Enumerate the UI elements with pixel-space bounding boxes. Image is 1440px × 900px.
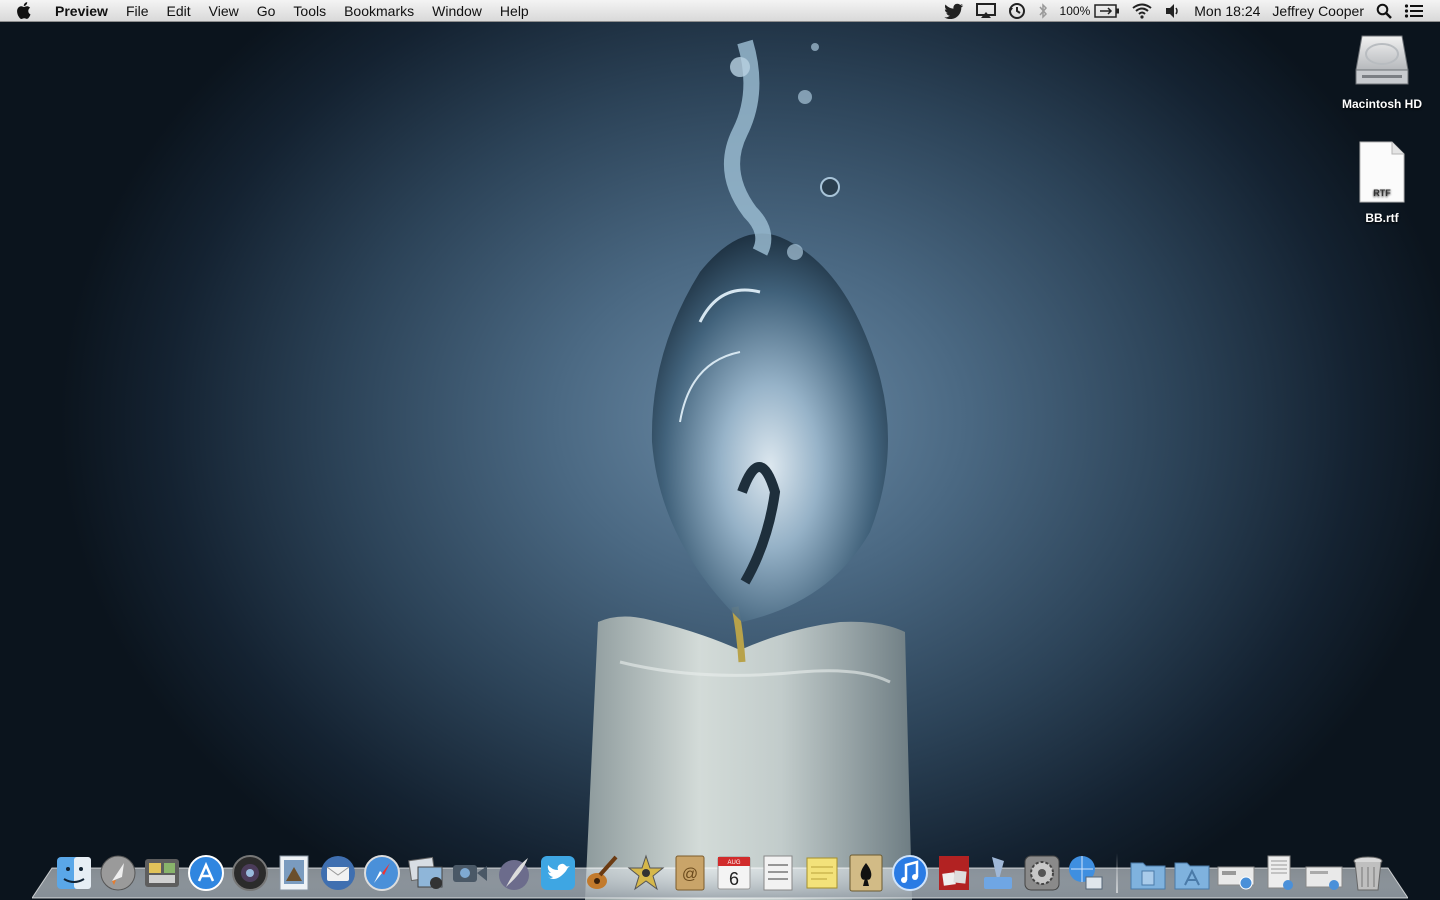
dock-app-store[interactable] — [186, 853, 226, 893]
dock-photo-booth[interactable] — [934, 853, 974, 893]
quill-icon — [499, 858, 529, 890]
dock-applications-folder[interactable] — [1172, 853, 1212, 893]
battery-icon — [1094, 3, 1120, 18]
garageband-icon — [587, 855, 618, 889]
dock: @ AUG 6 — [52, 845, 1390, 893]
launchpad-icon — [100, 855, 136, 891]
dock-facetime[interactable] — [450, 853, 490, 893]
dock-twitter[interactable] — [538, 853, 578, 893]
iphoto-icon — [408, 856, 443, 889]
app-menu-preview[interactable]: Preview — [46, 0, 117, 22]
dock-garageband[interactable] — [582, 853, 622, 893]
rtf-badge: RTF — [1373, 188, 1391, 198]
notification-list-icon[interactable] — [1398, 0, 1430, 22]
menu-bookmarks[interactable]: Bookmarks — [335, 0, 423, 22]
system-preferences-icon — [1024, 855, 1060, 891]
stickies-icon — [806, 857, 838, 889]
trash-icon — [1353, 856, 1383, 891]
desktop-wallpaper — [585, 39, 912, 900]
dock-preview[interactable] — [274, 853, 314, 893]
mail-stack-icon — [1305, 866, 1343, 890]
dock-separator — [1116, 853, 1118, 893]
desktop-icon-label: BB.rtf — [1365, 211, 1399, 225]
calendar-day: 6 — [729, 869, 739, 889]
preview-scan-icon — [984, 857, 1012, 889]
desktop-icon-bb-rtf[interactable]: RTF BB.rtf — [1332, 140, 1432, 225]
dock-iphoto[interactable] — [406, 853, 446, 893]
spotlight-icon[interactable] — [1370, 0, 1398, 22]
dock-dashboard[interactable] — [142, 853, 182, 893]
finder-icon — [57, 857, 91, 889]
hard-drive-icon — [1355, 35, 1409, 85]
twitter-bird-icon — [541, 856, 575, 890]
battery-status[interactable]: 100% — [1054, 0, 1127, 22]
user-menu[interactable]: Jeffrey Cooper — [1266, 0, 1370, 22]
imovie-icon — [627, 854, 665, 891]
dock-itunes[interactable] — [890, 853, 930, 893]
apple-menu-icon[interactable] — [0, 0, 46, 22]
dock-address-book[interactable]: @ — [670, 853, 710, 893]
menu-view[interactable]: View — [200, 0, 248, 22]
network-utility-icon — [1069, 856, 1103, 890]
wifi-icon[interactable] — [1126, 0, 1158, 22]
rtf-document-icon: RTF — [1359, 141, 1405, 203]
itunes-icon — [892, 855, 928, 891]
dock-aperture[interactable] — [230, 853, 270, 893]
menu-clock[interactable]: Mon 18:24 — [1188, 0, 1266, 22]
reminders-icon — [763, 855, 793, 891]
svg-text:@: @ — [682, 866, 698, 883]
safari-icon — [364, 855, 400, 891]
dock-stickies[interactable] — [802, 853, 842, 893]
solitaire-icon — [849, 854, 883, 892]
volume-icon[interactable] — [1158, 0, 1188, 22]
downloads-stack-icon — [1217, 866, 1255, 890]
dock-trash[interactable] — [1348, 853, 1388, 893]
dock-finder[interactable] — [54, 853, 94, 893]
dock-downloads-stack[interactable] — [1216, 853, 1256, 893]
dock-ical[interactable]: AUG 6 — [714, 853, 754, 893]
preview-icon — [279, 855, 309, 891]
menu-edit[interactable]: Edit — [158, 0, 200, 22]
desktop-icon-label: Macintosh HD — [1341, 97, 1422, 111]
battery-percent: 100% — [1059, 3, 1091, 18]
dashboard-icon — [145, 859, 179, 887]
menu-window[interactable]: Window — [423, 0, 491, 22]
dock-system-preferences[interactable] — [1022, 853, 1062, 893]
menu-help[interactable]: Help — [491, 0, 538, 22]
desktop-icon-macintosh-hd[interactable]: Macintosh HD — [1332, 30, 1432, 111]
dock-imovie[interactable] — [626, 853, 666, 893]
app-store-icon — [188, 855, 224, 891]
twitter-icon[interactable] — [938, 0, 970, 22]
bluetooth-icon[interactable] — [1032, 0, 1054, 22]
airplay-icon[interactable] — [970, 0, 1002, 22]
menu-tools[interactable]: Tools — [284, 0, 335, 22]
menu-file[interactable]: File — [117, 0, 158, 22]
dock-reminders[interactable] — [758, 853, 798, 893]
address-book-icon: @ — [675, 855, 705, 891]
dock-network-utility[interactable] — [1066, 853, 1106, 893]
ical-icon: AUG 6 — [717, 856, 751, 890]
thunderbird-icon — [321, 856, 355, 890]
dock-thunderbird[interactable] — [318, 853, 358, 893]
menu-go[interactable]: Go — [248, 0, 285, 22]
dock-preview-2[interactable] — [978, 853, 1018, 893]
time-machine-icon[interactable] — [1002, 0, 1032, 22]
dock-documents-folder[interactable] — [1128, 853, 1168, 893]
documents-stack-icon — [1267, 855, 1293, 890]
photo-booth-icon — [939, 856, 969, 890]
menu-bar: Preview File Edit View Go Tools Bookmark… — [0, 0, 1440, 22]
dock-safari[interactable] — [362, 853, 402, 893]
folder-icon — [1130, 862, 1166, 890]
dock-quill[interactable] — [494, 853, 534, 893]
aperture-icon — [232, 855, 268, 891]
dock-mail-stack[interactable] — [1304, 853, 1344, 893]
calendar-month: AUG — [727, 860, 740, 866]
facetime-icon — [453, 865, 487, 882]
dock-launchpad[interactable] — [98, 853, 138, 893]
dock-documents-stack[interactable] — [1260, 853, 1300, 893]
applications-folder-icon — [1174, 862, 1210, 890]
dock-solitaire[interactable] — [846, 853, 886, 893]
